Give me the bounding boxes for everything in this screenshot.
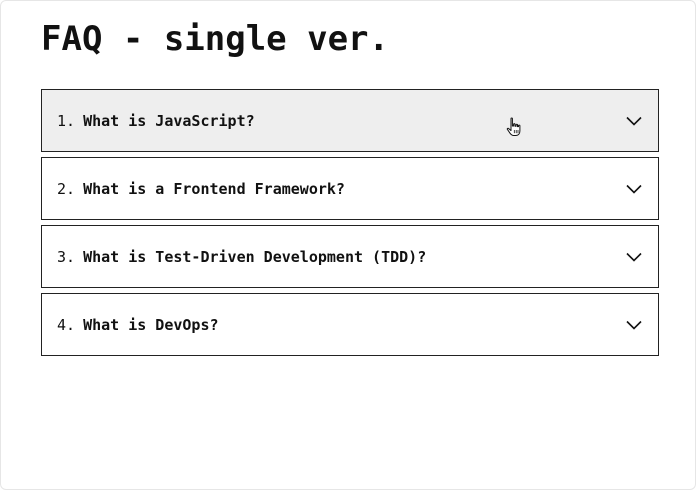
faq-item-3[interactable]: 3. What is Test-Driven Development (TDD)… xyxy=(41,225,659,288)
faq-number: 2. xyxy=(57,179,76,198)
faq-number: 1. xyxy=(57,111,76,130)
faq-page: FAQ - single ver. 1. What is JavaScript?… xyxy=(0,0,696,490)
faq-question: 3. What is Test-Driven Development (TDD)… xyxy=(57,248,426,266)
faq-item-4[interactable]: 4. What is DevOps? xyxy=(41,293,659,356)
page-title: FAQ - single ver. xyxy=(41,19,389,59)
chevron-down-icon[interactable] xyxy=(626,184,642,194)
faq-question: 4. What is DevOps? xyxy=(57,316,219,334)
hand-pointer-icon xyxy=(506,117,521,136)
chevron-down-icon[interactable] xyxy=(626,252,642,262)
faq-question-text: What is Test-Driven Development (TDD)? xyxy=(83,247,427,266)
faq-question: 2. What is a Frontend Framework? xyxy=(57,180,345,198)
faq-number: 4. xyxy=(57,315,76,334)
faq-number: 3. xyxy=(57,247,76,266)
faq-item-2[interactable]: 2. What is a Frontend Framework? xyxy=(41,157,659,220)
faq-question: 1. What is JavaScript? xyxy=(57,112,255,130)
faq-item-1[interactable]: 1. What is JavaScript? xyxy=(41,89,659,152)
chevron-down-icon[interactable] xyxy=(626,320,642,330)
faq-question-text: What is DevOps? xyxy=(83,315,219,334)
faq-question-text: What is JavaScript? xyxy=(83,111,255,130)
faq-question-text: What is a Frontend Framework? xyxy=(83,179,345,198)
faq-list: 1. What is JavaScript? 2. What is a Fron… xyxy=(41,89,659,361)
chevron-down-icon[interactable] xyxy=(626,116,642,126)
